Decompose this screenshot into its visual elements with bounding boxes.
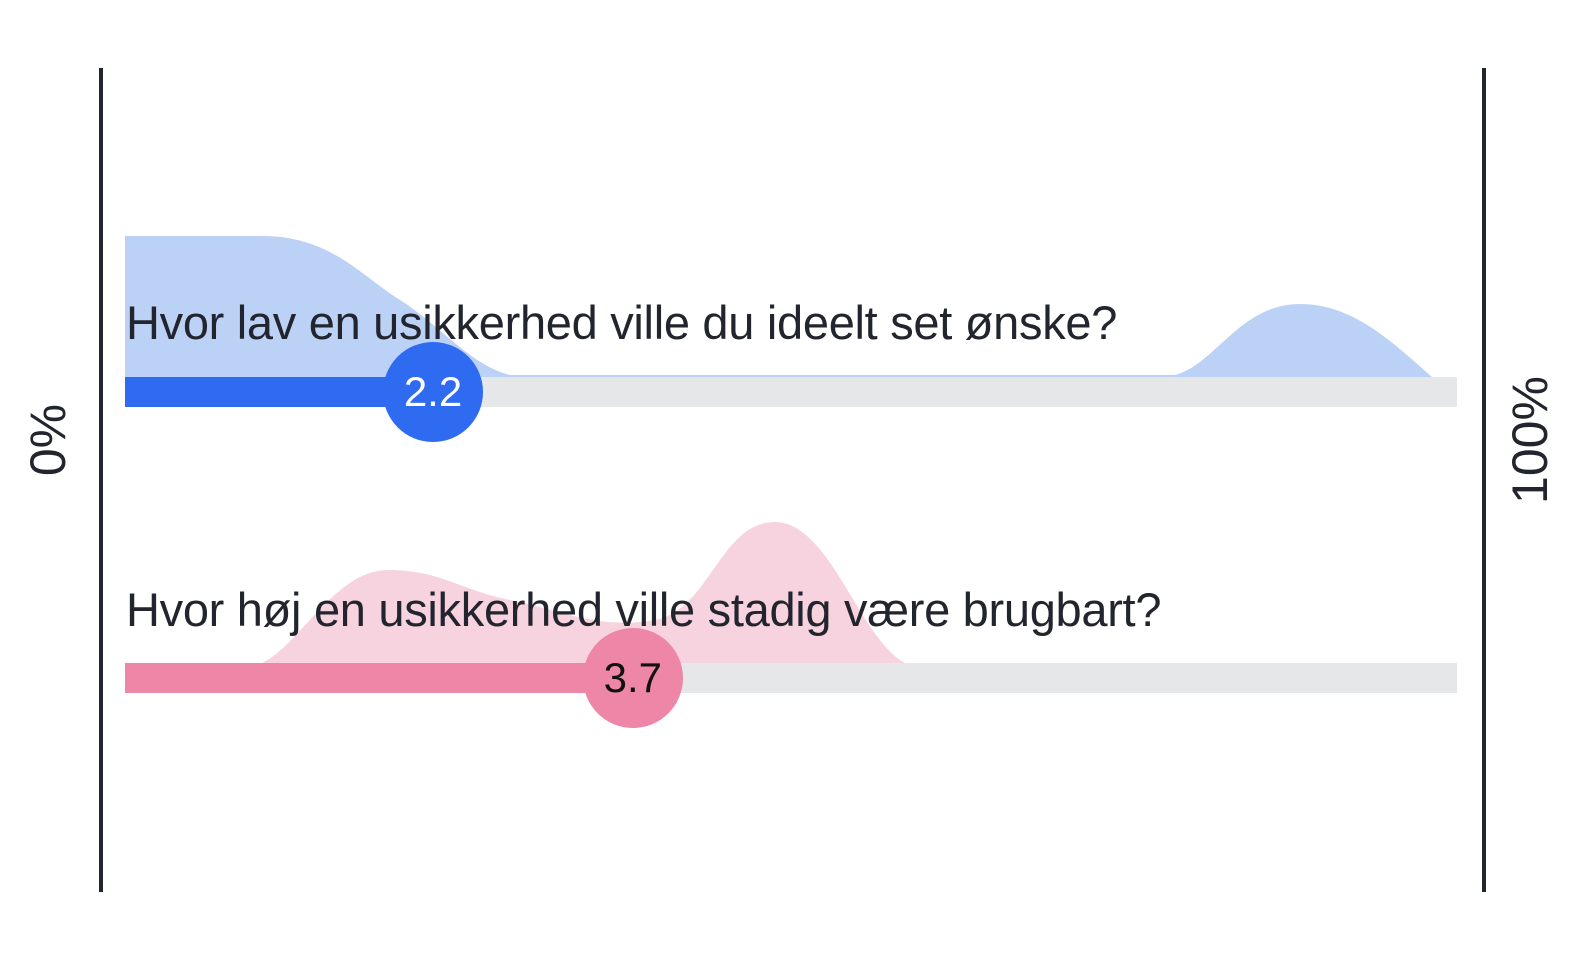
- q1-slider-track[interactable]: [125, 377, 1457, 407]
- q2-slider-handle[interactable]: 3.7: [582, 628, 683, 728]
- q1-slider-fill: [125, 377, 419, 407]
- q2-slider-fill: [125, 663, 618, 693]
- q1-slider-handle[interactable]: 2.2: [383, 342, 484, 442]
- q1-question: Hvor lav en usikkerhed ville du ideelt s…: [126, 296, 1118, 349]
- q2-slider-track[interactable]: [125, 663, 1457, 693]
- response-distributions: [125, 236, 1432, 663]
